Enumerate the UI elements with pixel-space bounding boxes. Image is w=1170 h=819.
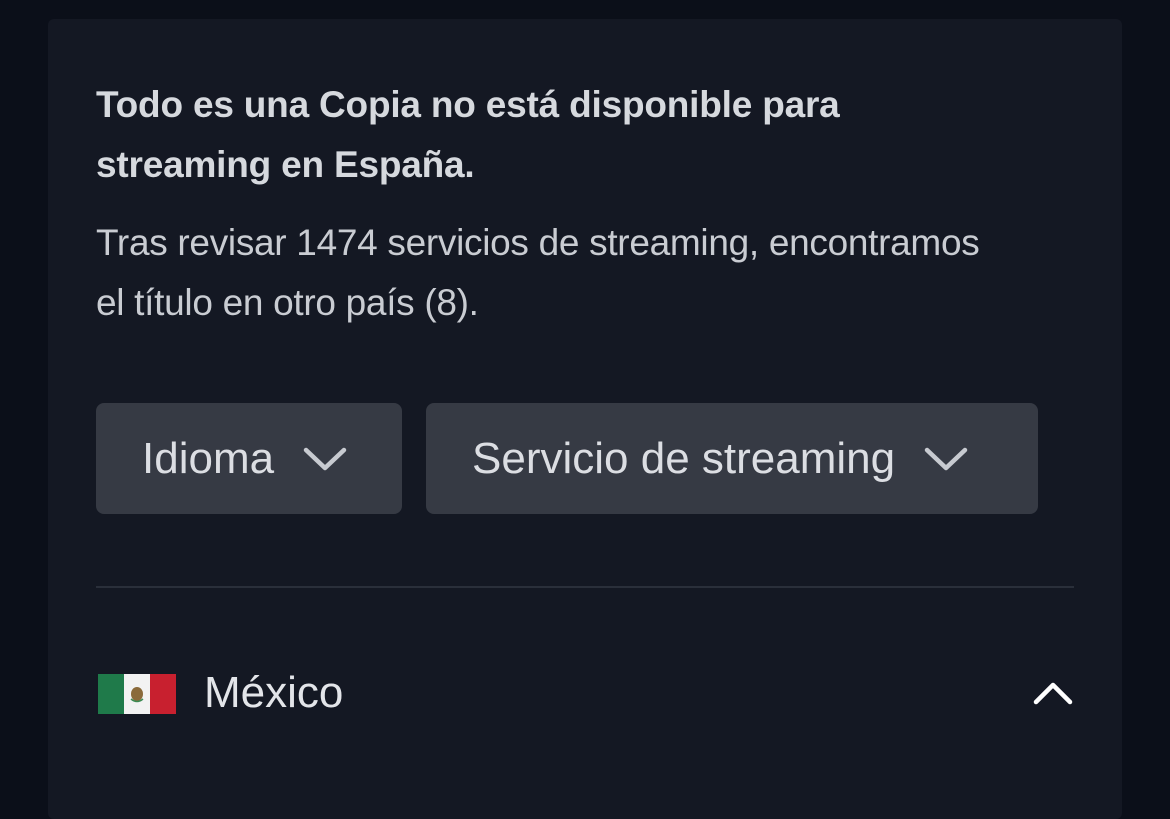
chevron-up-icon[interactable] [1032, 679, 1074, 707]
availability-card: Todo es una Copia no está disponible par… [48, 19, 1122, 819]
country-name: México [204, 668, 344, 717]
unavailable-headline: Todo es una Copia no está disponible par… [96, 84, 840, 185]
streaming-service-filter-dropdown[interactable]: Servicio de streaming [426, 403, 1038, 514]
mexico-flag-icon [98, 674, 176, 714]
chevron-down-icon [924, 447, 968, 470]
section-divider [96, 586, 1074, 588]
search-summary: Tras revisar 1474 servicios de streaming… [96, 222, 980, 323]
language-filter-label: Idioma [142, 433, 275, 483]
streaming-service-filter-label: Servicio de streaming [472, 433, 896, 483]
language-filter-dropdown[interactable]: Idioma [96, 403, 402, 514]
country-row-mexico[interactable]: México [96, 649, 1074, 739]
chevron-down-icon [303, 447, 347, 470]
